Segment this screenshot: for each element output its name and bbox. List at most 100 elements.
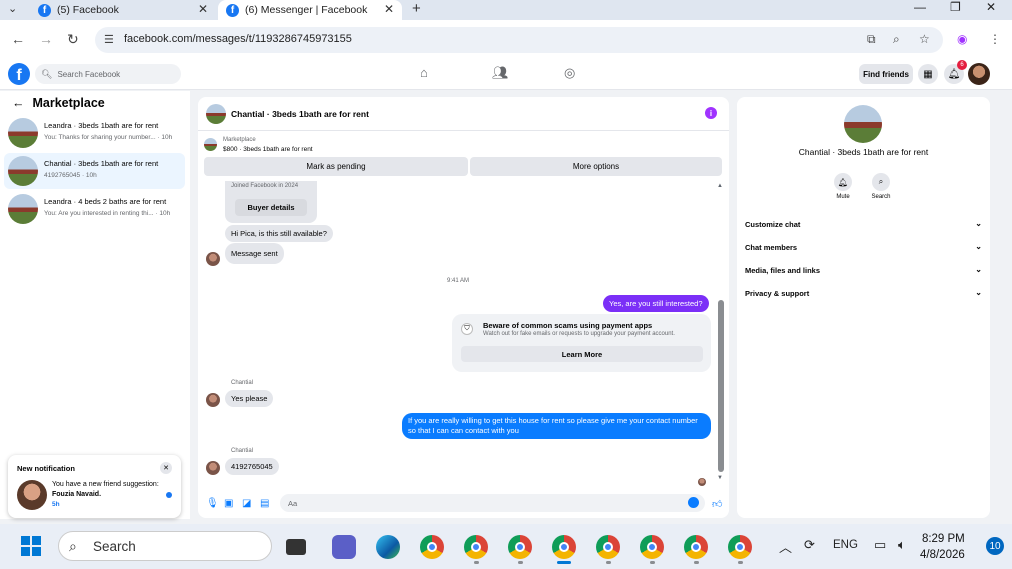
notification-toast[interactable]: New notification ✕ You have a new friend… — [8, 455, 181, 518]
message-incoming: Hi Pica, is this still available? — [225, 225, 333, 242]
privacy-support-row[interactable]: Privacy & support ⌄ — [745, 288, 982, 298]
mute-action[interactable]: 🔔︎ Mute — [823, 173, 863, 200]
sticker-icon[interactable]: ◪ — [242, 498, 251, 509]
facebook-search-input[interactable]: 🔍︎ Search Facebook — [35, 64, 181, 84]
scrollbar-thumb[interactable] — [718, 300, 724, 472]
chat-avatar[interactable] — [206, 104, 226, 124]
profile-avatar[interactable] — [968, 63, 990, 85]
minimize-icon[interactable]: — — [914, 0, 926, 14]
sync-icon[interactable]: ⟳ — [804, 537, 815, 553]
conversation-item-active[interactable]: Chantial · 3beds 1bath are for rent 4192… — [4, 153, 185, 189]
chat-members-row[interactable]: Chat members ⌄ — [745, 242, 982, 252]
scam-warning-subtitle: Watch out for fake emails or requests to… — [483, 331, 675, 337]
windows-start-icon[interactable] — [21, 536, 41, 556]
back-arrow-icon[interactable]: ← — [12, 96, 25, 110]
scam-warning-title: Beware of common scams using payment app… — [483, 321, 653, 330]
volume-icon[interactable]: 🔈︎ — [898, 537, 906, 553]
gif-icon[interactable]: ▤ — [260, 498, 269, 509]
thumbs-up-icon[interactable]: 👍︎ — [712, 498, 722, 510]
message-incoming: Yes please — [225, 390, 274, 407]
chrome-profile-icon[interactable] — [508, 535, 532, 559]
find-friends-button[interactable]: Find friends — [859, 64, 913, 84]
close-tab-icon[interactable]: ✕ — [198, 2, 208, 16]
friends-icon[interactable]: 👥︎ — [492, 65, 509, 81]
facebook-logo-icon[interactable]: f — [8, 63, 30, 85]
chat-title[interactable]: Chantial · 3beds 1bath are for rent — [231, 109, 369, 119]
chat-info-panel: Chantial · 3beds 1bath are for rent 🔔︎ M… — [737, 97, 990, 518]
conversation-item[interactable]: Leandra · 3beds 1bath are for rent You: … — [4, 115, 185, 151]
microphone-icon[interactable]: 🎙︎ — [206, 498, 219, 509]
listing-thumbnail — [8, 194, 38, 224]
menu-grid-icon[interactable]: ▦ — [918, 64, 938, 84]
learn-more-button[interactable]: Learn More — [461, 346, 703, 362]
buyer-details-button[interactable]: Buyer details — [235, 199, 307, 216]
site-settings-icon[interactable]: ☰ — [104, 33, 114, 46]
sender-avatar[interactable] — [206, 393, 220, 407]
scroll-down-icon[interactable]: ▼ — [717, 475, 723, 481]
chevron-down-icon: ⌄ — [975, 288, 982, 297]
chrome-profile-icon[interactable] — [464, 535, 488, 559]
close-tab-icon[interactable]: ✕ — [384, 2, 394, 16]
groups-icon[interactable]: ◎ — [564, 65, 575, 81]
customize-chat-row[interactable]: Customize chat ⌄ — [745, 219, 982, 229]
sender-name: Chantial — [231, 380, 254, 386]
chrome-profile-icon[interactable] — [684, 535, 708, 559]
search-icon: ⌕ — [69, 538, 77, 554]
scroll-up-icon[interactable]: ▲ — [717, 183, 723, 189]
listing-thumbnail — [8, 156, 38, 186]
back-icon[interactable]: ← — [11, 31, 25, 47]
reload-icon[interactable]: ↻ — [67, 31, 79, 48]
media-files-row[interactable]: Media, files and links ⌄ — [745, 265, 982, 275]
chrome-profile-icon[interactable] — [596, 535, 620, 559]
info-icon[interactable]: i — [705, 107, 717, 119]
language-indicator[interactable]: ENG — [833, 539, 858, 551]
shield-icon: ⛉ — [461, 323, 473, 335]
zoom-icon[interactable]: ⌕ — [893, 32, 900, 47]
forward-icon[interactable]: → — [39, 31, 53, 47]
chrome-profile-icon[interactable] — [728, 535, 752, 559]
task-view-icon[interactable] — [286, 539, 306, 555]
chat-header: Chantial · 3beds 1bath are for rent i — [198, 97, 729, 131]
system-clock[interactable]: 8:29 PM 4/8/2026 — [920, 531, 965, 563]
new-tab-icon[interactable]: + — [412, 0, 421, 17]
tab-search-chevron-icon[interactable]: ⌄ — [8, 2, 17, 15]
chrome-profile-icon[interactable] — [640, 535, 664, 559]
notification-center-badge[interactable]: 10 — [986, 537, 1004, 555]
sender-avatar[interactable] — [206, 461, 220, 475]
teams-icon[interactable] — [332, 535, 356, 559]
conversation-snippet: You: Thanks for sharing your number... ·… — [44, 134, 173, 141]
edge-icon[interactable] — [376, 535, 400, 559]
search-icon: ⌕ — [872, 173, 890, 191]
message-input[interactable]: Aa — [280, 494, 705, 512]
chevron-down-icon: ⌄ — [975, 242, 982, 251]
image-icon[interactable]: ▣ — [224, 498, 233, 509]
conversation-item[interactable]: Leandra · 4 beds 2 baths are for rent Yo… — [4, 191, 185, 227]
bookmark-star-icon[interactable]: ☆ — [919, 32, 930, 46]
emoji-icon[interactable] — [688, 497, 699, 508]
taskbar-search[interactable]: ⌕ Search — [58, 531, 272, 561]
sender-avatar[interactable] — [206, 252, 220, 266]
address-bar[interactable]: ☰ facebook.com/messages/t/11932867459731… — [95, 27, 943, 53]
chevron-down-icon: ⌄ — [975, 219, 982, 228]
more-options-button[interactable]: More options — [470, 157, 722, 176]
profile-icon[interactable]: ◉ — [957, 32, 967, 46]
close-window-icon[interactable]: ✕ — [986, 0, 996, 14]
tab-messenger[interactable]: f (6) Messenger | Facebook ✕ — [218, 0, 402, 20]
chrome-icon[interactable] — [420, 535, 444, 559]
mark-pending-button[interactable]: Mark as pending — [204, 157, 468, 176]
facebook-favicon-icon: f — [226, 3, 239, 17]
notification-avatar — [17, 480, 47, 510]
notification-text: You have a new friend suggestion: Fouzia… — [52, 481, 159, 498]
browser-menu-icon[interactable]: ⋮ — [989, 32, 1001, 46]
chrome-profile-icon[interactable] — [552, 535, 576, 559]
tab-facebook[interactable]: f (5) Facebook ✕ — [30, 0, 216, 20]
install-app-icon[interactable]: ⧉ — [867, 32, 876, 47]
search-label: Search — [871, 194, 891, 200]
message-outgoing: If you are really willing to get this ho… — [402, 413, 711, 439]
home-icon[interactable]: ⌂ — [420, 65, 428, 80]
show-hidden-icons-icon[interactable]: ︿ — [779, 537, 792, 556]
search-action[interactable]: ⌕ Search — [861, 173, 901, 200]
restore-icon[interactable]: ❐ — [950, 0, 961, 14]
network-icon[interactable]: ▭ — [874, 537, 886, 553]
close-icon[interactable]: ✕ — [160, 462, 172, 474]
